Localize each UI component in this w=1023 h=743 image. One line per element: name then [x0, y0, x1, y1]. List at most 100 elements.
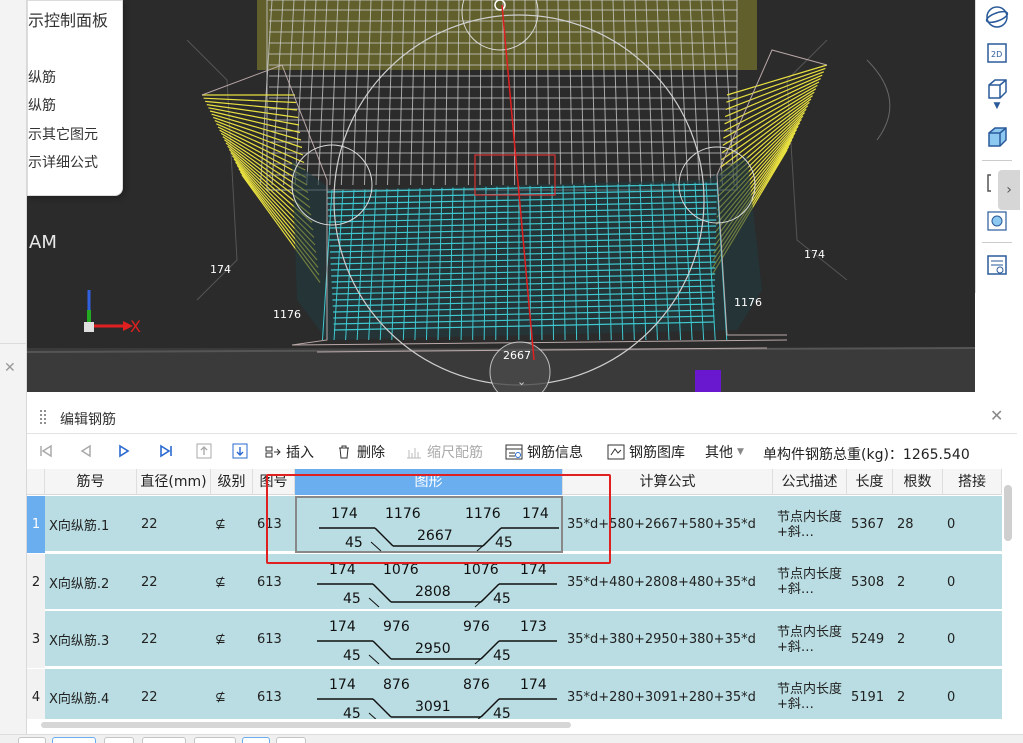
- table-row[interactable]: 4 X向纵筋.4 22 ⊈ 613 174 876 876 174 3091 45 45 35*d+28…: [27, 668, 1002, 720]
- formula-cell[interactable]: 35*d+280+3091+280+35*d: [563, 669, 773, 720]
- bottom-button[interactable]: [18, 737, 46, 743]
- solid-view-icon[interactable]: [984, 124, 1010, 150]
- rebar-name-cell[interactable]: X向纵筋.3: [45, 611, 137, 668]
- figure-number-cell[interactable]: 613: [253, 669, 295, 720]
- rebar-shape-diagram[interactable]: 174 876 876 174 3091 45 45: [295, 669, 563, 719]
- formula-cell[interactable]: 35*d+580+2667+580+35*d: [563, 496, 773, 553]
- formula-description-cell[interactable]: 节点内长度+斜…: [773, 554, 847, 611]
- grade-cell[interactable]: ⊈: [211, 611, 253, 668]
- column-header[interactable]: 图形: [295, 469, 563, 495]
- rebar-shape-diagram[interactable]: 174 1176 1176 174 2667 45 45: [295, 496, 563, 553]
- column-header[interactable]: 公式描述: [773, 469, 847, 495]
- rebar-name-cell[interactable]: X向纵筋.2: [45, 554, 137, 611]
- length-cell[interactable]: 5367: [847, 496, 893, 553]
- row-index[interactable]: 2: [27, 553, 45, 611]
- row-index[interactable]: 1: [27, 496, 45, 553]
- other-dropdown[interactable]: 其他 ▼: [705, 440, 744, 464]
- section-view-icon[interactable]: [984, 208, 1010, 234]
- shape-cell[interactable]: 174 1176 1176 174 2667 45 45: [295, 496, 563, 553]
- grade-cell[interactable]: ⊈: [211, 669, 253, 720]
- bottom-button[interactable]: [242, 737, 270, 743]
- table-row[interactable]: 3 X向纵筋.3 22 ⊈ 613 174 976 976 173 2950 45 45 35*d+38…: [27, 611, 1002, 668]
- length-cell[interactable]: 5191: [847, 669, 893, 720]
- grade-cell[interactable]: ⊈: [211, 496, 253, 553]
- 3d-viewport[interactable]: AM X 174 1176 174 1176 2667 ⌄ 示控制面板 纵筋 纵…: [27, 0, 975, 392]
- control-panel-item[interactable]: 纵筋: [28, 95, 56, 115]
- rebar-info-button[interactable]: 钢筋信息: [505, 440, 583, 464]
- next-record-icon[interactable]: [115, 442, 133, 460]
- row-index[interactable]: 4: [27, 668, 45, 719]
- count-cell[interactable]: 28: [893, 496, 943, 553]
- rebar-shape-diagram[interactable]: 174 976 976 173 2950 45 45: [295, 611, 563, 668]
- diameter-cell[interactable]: 22: [137, 496, 211, 553]
- column-header[interactable]: 筋号: [45, 469, 137, 495]
- formula-description-cell[interactable]: 节点内长度+斜…: [773, 496, 847, 553]
- first-record-icon[interactable]: [37, 442, 55, 460]
- horizontal-scrollbar[interactable]: [41, 722, 571, 728]
- formula-cell[interactable]: 35*d+380+2950+380+35*d: [563, 611, 773, 668]
- table-row[interactable]: 1 X向纵筋.1 22 ⊈ 613 174 1176 1176 174 2667 45 45 35*d+…: [27, 496, 1002, 553]
- figure-number-cell[interactable]: 613: [253, 554, 295, 611]
- row-index[interactable]: 3: [27, 611, 45, 668]
- column-header[interactable]: 直径(mm): [137, 469, 211, 495]
- chevron-down-icon[interactable]: ▼: [984, 100, 1010, 112]
- count-cell[interactable]: 2: [893, 554, 943, 611]
- figure-number-cell[interactable]: 613: [253, 611, 295, 668]
- length-cell[interactable]: 5249: [847, 611, 893, 668]
- drag-handle-icon[interactable]: [39, 409, 47, 425]
- lap-cell[interactable]: 0: [943, 669, 1002, 720]
- column-header[interactable]: 图号: [253, 469, 295, 495]
- table-row[interactable]: 2 X向纵筋.2 22 ⊈ 613 174 1076 1076 174 2808 45 45 35*d+…: [27, 553, 1002, 611]
- view-3d-icon[interactable]: [984, 76, 1010, 102]
- control-panel-item[interactable]: 示其它图元: [28, 124, 98, 144]
- diameter-cell[interactable]: 22: [137, 669, 211, 720]
- formula-description-cell[interactable]: 节点内长度+斜…: [773, 611, 847, 668]
- lap-cell[interactable]: 0: [943, 554, 1002, 611]
- rebar-shape-diagram[interactable]: 174 1076 1076 174 2808 45 45: [295, 554, 563, 611]
- diameter-cell[interactable]: 22: [137, 554, 211, 611]
- move-down-icon[interactable]: [231, 442, 249, 460]
- rebar-library-button[interactable]: 钢筋图库: [607, 440, 685, 464]
- report-view-icon[interactable]: [984, 252, 1010, 278]
- prev-record-icon[interactable]: [77, 442, 95, 460]
- chevron-right-icon[interactable]: ›: [998, 170, 1020, 210]
- lap-cell[interactable]: 0: [943, 496, 1002, 553]
- chevron-down-icon[interactable]: ⌄: [517, 375, 526, 388]
- shape-cell[interactable]: 174 876 876 174 3091 45 45: [295, 669, 563, 719]
- bottom-button[interactable]: [104, 737, 134, 743]
- bottom-button[interactable]: [276, 737, 306, 743]
- diameter-cell[interactable]: 22: [137, 611, 211, 668]
- delete-button[interactable]: 删除: [335, 440, 385, 464]
- bottom-button[interactable]: [52, 737, 96, 743]
- rebar-name-cell[interactable]: X向纵筋.1: [45, 496, 137, 553]
- close-icon[interactable]: ✕: [4, 360, 16, 376]
- formula-cell[interactable]: 35*d+480+2808+480+35*d: [563, 554, 773, 611]
- move-up-icon[interactable]: [195, 442, 213, 460]
- control-panel-item[interactable]: 纵筋: [28, 67, 56, 87]
- figure-number-cell[interactable]: 613: [253, 496, 295, 553]
- insert-button[interactable]: 插入: [264, 440, 314, 464]
- scale-rebar-button[interactable]: 缩尺配筋: [405, 440, 483, 464]
- shape-cell[interactable]: 174 1076 1076 174 2808 45 45: [295, 554, 563, 611]
- control-panel-item[interactable]: 示详细公式: [28, 152, 98, 172]
- column-header[interactable]: 根数: [893, 469, 943, 495]
- formula-description-cell[interactable]: 节点内长度+斜…: [773, 669, 847, 720]
- bottom-button[interactable]: [194, 737, 236, 743]
- grade-cell[interactable]: ⊈: [211, 554, 253, 611]
- orbit-icon[interactable]: [984, 4, 1010, 30]
- rebar-name-cell[interactable]: X向纵筋.4: [45, 669, 137, 720]
- view-2d-icon[interactable]: 2D: [984, 40, 1010, 66]
- lap-cell[interactable]: 0: [943, 611, 1002, 668]
- bottom-button[interactable]: [142, 737, 186, 743]
- length-cell[interactable]: 5308: [847, 554, 893, 611]
- shape-cell[interactable]: 174 976 976 173 2950 45 45: [295, 611, 563, 668]
- column-header[interactable]: 计算公式: [563, 469, 773, 495]
- count-cell[interactable]: 2: [893, 669, 943, 720]
- column-header[interactable]: 级别: [211, 469, 253, 495]
- column-header[interactable]: 长度: [847, 469, 893, 495]
- column-header[interactable]: 搭接: [943, 469, 1002, 495]
- vertical-scrollbar[interactable]: [1004, 485, 1012, 541]
- close-icon[interactable]: ✕: [990, 406, 1003, 425]
- count-cell[interactable]: 2: [893, 611, 943, 668]
- last-record-icon[interactable]: [157, 442, 175, 460]
